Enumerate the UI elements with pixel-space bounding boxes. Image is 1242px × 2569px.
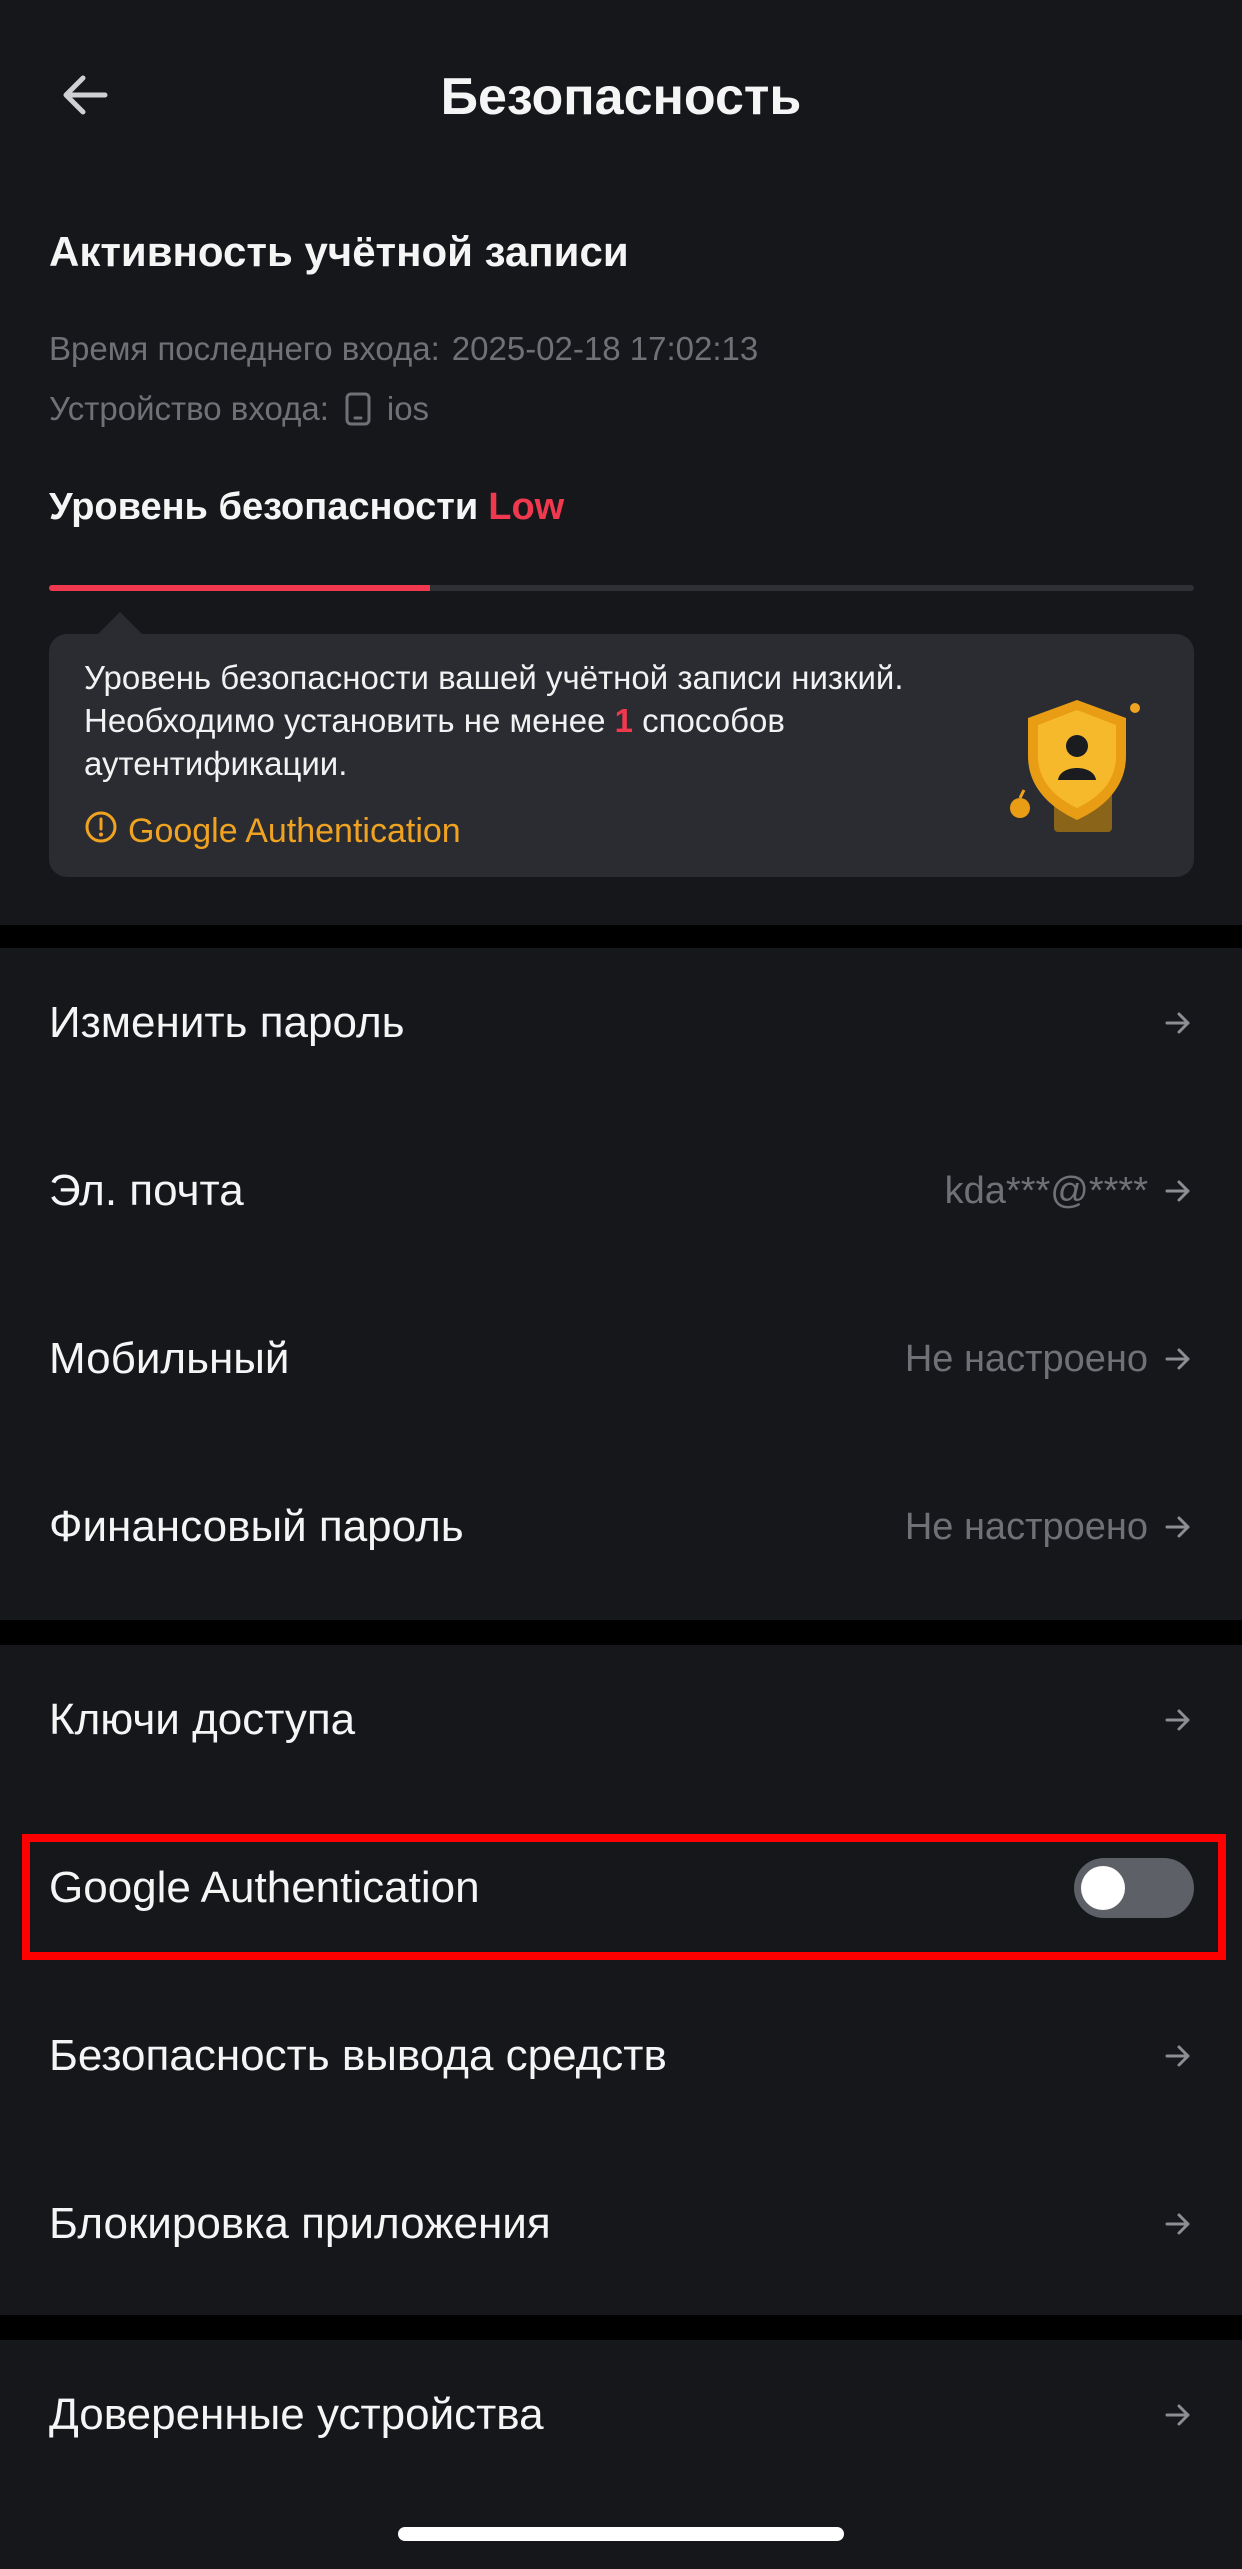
row-label: Мобильный bbox=[49, 1334, 290, 1383]
security-level-bar bbox=[49, 585, 1194, 591]
row-label: Блокировка приложения bbox=[49, 2199, 551, 2248]
arrow-right-icon bbox=[1162, 1007, 1194, 1039]
last-login-label: Время последнего входа: bbox=[49, 330, 440, 367]
shield-user-icon bbox=[1002, 690, 1152, 840]
row-label: Финансовый пароль bbox=[49, 1502, 464, 1551]
mobile-value: Не настроено bbox=[904, 1337, 1148, 1380]
arrow-right-icon bbox=[1162, 2208, 1194, 2240]
row-label: Ключи доступа bbox=[49, 1695, 356, 1744]
security-screen: Безопасность Активность учётной записи В… bbox=[0, 0, 1242, 2569]
financial-password-value: Не настроено bbox=[904, 1505, 1148, 1548]
arrow-right-icon bbox=[1162, 1704, 1194, 1736]
security-level-fill bbox=[49, 585, 431, 591]
suggestion-label: Google Authentication bbox=[128, 812, 461, 850]
toggle-knob bbox=[1081, 1866, 1125, 1910]
row-label: Изменить пароль bbox=[49, 998, 405, 1047]
device-value: ios bbox=[386, 390, 430, 427]
financial-password-row[interactable]: Финансовый пароль Не настроено bbox=[0, 1452, 1242, 1602]
account-activity-section: Безопасность Активность учётной записи В… bbox=[0, 0, 1242, 925]
google-authentication-row: Google Authentication bbox=[0, 1813, 1242, 1963]
security-level-value: Low bbox=[488, 486, 565, 528]
security-level-label: Уровень безопасности bbox=[49, 486, 479, 528]
account-settings-group: Изменить пароль Эл. почта kda***@**** Мо… bbox=[0, 948, 1242, 1620]
protection-settings-group: Ключи доступа Google Authentication Безо… bbox=[0, 1645, 1242, 2315]
login-device-line: Устройство входа: ios bbox=[49, 390, 429, 428]
google-auth-suggestion-link[interactable]: Google Authentication bbox=[84, 810, 461, 853]
passkeys-row[interactable]: Ключи доступа bbox=[0, 1645, 1242, 1795]
security-level: Уровень безопасности Low bbox=[49, 486, 564, 529]
arrow-right-icon bbox=[1162, 2399, 1194, 2431]
warning-circle-icon bbox=[84, 810, 118, 853]
row-label: Безопасность вывода средств bbox=[49, 2031, 667, 2080]
email-value: kda***@**** bbox=[944, 1169, 1148, 1212]
mobile-row[interactable]: Мобильный Не настроено bbox=[0, 1284, 1242, 1434]
row-label: Google Authentication bbox=[49, 1863, 480, 1912]
notice-text: Уровень безопасности вашей учётной запис… bbox=[84, 656, 944, 785]
phone-icon bbox=[345, 392, 371, 426]
arrow-right-icon bbox=[1162, 2040, 1194, 2072]
email-row[interactable]: Эл. почта kda***@**** bbox=[0, 1116, 1242, 1266]
home-indicator[interactable] bbox=[398, 2527, 844, 2541]
page-title: Безопасность bbox=[440, 68, 802, 126]
activity-title: Активность учётной записи bbox=[49, 228, 629, 275]
last-login-line: Время последнего входа: 2025-02-18 17:02… bbox=[49, 330, 758, 368]
withdrawal-security-row[interactable]: Безопасность вывода средств bbox=[0, 1981, 1242, 2131]
notice-pointer bbox=[98, 612, 142, 634]
app-lock-row[interactable]: Блокировка приложения bbox=[0, 2149, 1242, 2299]
arrow-right-icon bbox=[1162, 1511, 1194, 1543]
trusted-devices-row[interactable]: Доверенные устройства bbox=[0, 2340, 1242, 2490]
arrow-right-icon bbox=[1162, 1343, 1194, 1375]
last-login-value: 2025-02-18 17:02:13 bbox=[451, 330, 759, 367]
google-authentication-toggle[interactable] bbox=[1074, 1858, 1194, 1918]
change-password-row[interactable]: Изменить пароль bbox=[0, 948, 1242, 1098]
notice-required-count: 1 bbox=[614, 702, 633, 739]
device-label: Устройство входа: bbox=[49, 390, 329, 427]
row-label: Эл. почта bbox=[49, 1166, 244, 1215]
security-notice-card: Уровень безопасности вашей учётной запис… bbox=[49, 634, 1194, 877]
arrow-right-icon bbox=[1162, 1175, 1194, 1207]
row-label: Доверенные устройства bbox=[49, 2390, 544, 2439]
